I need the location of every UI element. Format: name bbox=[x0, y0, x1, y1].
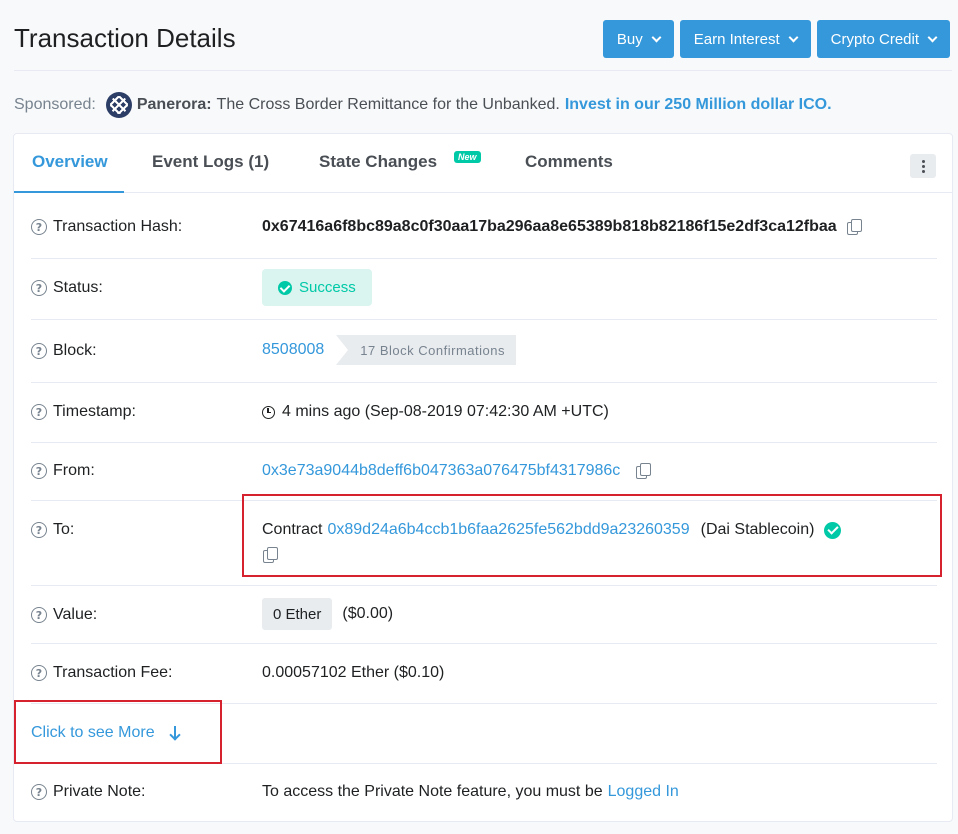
question-icon[interactable]: ? bbox=[31, 463, 47, 479]
panerora-logo-icon bbox=[105, 92, 132, 118]
fee-value: 0.00057102 Ether ($0.10) bbox=[262, 664, 445, 681]
header-buttons: Buy Earn Interest Crypto Credit bbox=[602, 20, 950, 58]
highlight-box-to bbox=[242, 494, 942, 577]
from-address-link[interactable]: 0x3e73a9044b8deff6b047363a076475bf431798… bbox=[262, 462, 620, 480]
tx-hash-value: 0x67416a6f8bc89a8c0f30aa17ba296aa8e65389… bbox=[262, 218, 862, 236]
fee-label-text: Transaction Fee: bbox=[53, 664, 173, 681]
tab-state-changes[interactable]: State Changes bbox=[319, 152, 437, 172]
question-icon[interactable]: ? bbox=[31, 219, 47, 235]
block-label-text: Block: bbox=[53, 342, 97, 359]
highlight-box-see-more bbox=[14, 700, 222, 764]
usd-value: ($0.00) bbox=[342, 605, 394, 622]
crypto-credit-button[interactable]: Crypto Credit bbox=[816, 20, 950, 58]
tx-hash-label: ? Transaction Hash: bbox=[31, 218, 182, 236]
block-number-link[interactable]: 8508008 bbox=[262, 341, 324, 359]
more-options-button[interactable] bbox=[910, 154, 936, 178]
question-icon[interactable]: ? bbox=[31, 784, 47, 800]
page-header: Transaction Details Buy Earn Interest Cr… bbox=[0, 0, 958, 70]
chevron-down-icon bbox=[927, 32, 938, 43]
tx-hash-label-text: Transaction Hash: bbox=[53, 218, 183, 235]
crypto-credit-button-label: Crypto Credit bbox=[830, 30, 919, 48]
ether-amount-badge: 0 Ether bbox=[262, 598, 333, 630]
tab-bar: Overview Event Logs (1) State Changes Ne… bbox=[14, 134, 952, 193]
value-value: 0 Ether ($0.00) bbox=[262, 598, 393, 630]
login-link[interactable]: Logged In bbox=[608, 783, 679, 801]
dot bbox=[921, 164, 925, 168]
status-badge: Success bbox=[262, 269, 372, 306]
tab-event-logs[interactable]: Event Logs (1) bbox=[152, 152, 269, 172]
question-icon[interactable]: ? bbox=[31, 522, 47, 538]
private-note-value: To access the Private Note feature, you … bbox=[262, 783, 679, 801]
page-title: Transaction Details bbox=[14, 23, 236, 53]
question-icon[interactable]: ? bbox=[31, 404, 47, 420]
from-value: 0x3e73a9044b8deff6b047363a076475bf431798… bbox=[262, 462, 652, 480]
new-badge: New bbox=[454, 151, 481, 163]
tab-state-changes-label: State Changes bbox=[319, 152, 438, 171]
sponsored-label: Sponsored: bbox=[14, 96, 96, 113]
tx-hash-text: 0x67416a6f8bc89a8c0f30aa17ba296aa8e65389… bbox=[262, 218, 837, 235]
clock-icon bbox=[262, 405, 275, 419]
tab-overview[interactable]: Overview bbox=[32, 152, 108, 172]
header-divider bbox=[14, 70, 952, 71]
private-note-label-text: Private Note: bbox=[53, 783, 146, 800]
buy-button[interactable]: Buy bbox=[602, 20, 674, 58]
sponsor-cta-link[interactable]: Invest in our 250 Million dollar ICO. bbox=[565, 96, 832, 114]
to-label: ? To: bbox=[31, 521, 74, 539]
row-divider bbox=[31, 585, 937, 586]
block-value: 8508008 17 Block Confirmations bbox=[262, 335, 516, 365]
chevron-down-icon bbox=[788, 32, 799, 43]
question-icon[interactable]: ? bbox=[31, 607, 47, 623]
block-label: ? Block: bbox=[31, 342, 97, 360]
row-divider bbox=[31, 382, 937, 383]
status-value: Success bbox=[262, 269, 372, 306]
active-tab-indicator bbox=[14, 191, 124, 193]
question-icon[interactable]: ? bbox=[31, 665, 47, 681]
chevron-down-icon bbox=[651, 32, 662, 43]
row-divider bbox=[31, 643, 937, 644]
copy-icon[interactable] bbox=[636, 463, 652, 479]
row-divider bbox=[31, 258, 937, 259]
private-note-text: To access the Private Note feature, you … bbox=[262, 783, 603, 800]
question-icon[interactable]: ? bbox=[31, 280, 47, 296]
check-circle-icon bbox=[278, 280, 292, 295]
sponsor-brand[interactable]: Panerora: bbox=[137, 96, 212, 114]
question-icon[interactable]: ? bbox=[31, 343, 47, 359]
copy-icon[interactable] bbox=[846, 219, 862, 235]
sponsored-banner: Sponsored: Panerora: The Cross Border Re… bbox=[14, 92, 832, 118]
private-note-label: ? Private Note: bbox=[31, 783, 145, 801]
value-label: ? Value: bbox=[31, 606, 97, 624]
from-label-text: From: bbox=[53, 462, 95, 479]
status-label-text: Status: bbox=[53, 279, 103, 296]
dot bbox=[921, 169, 925, 173]
row-divider bbox=[31, 319, 937, 320]
tab-comments[interactable]: Comments bbox=[525, 152, 613, 172]
confirmations-badge: 17 Block Confirmations bbox=[336, 335, 516, 365]
value-label-text: Value: bbox=[53, 606, 98, 623]
dot bbox=[921, 159, 925, 163]
timestamp-label-text: Timestamp: bbox=[53, 403, 136, 420]
earn-interest-button[interactable]: Earn Interest bbox=[679, 20, 811, 58]
timestamp-value: 4 mins ago (Sep-08-2019 07:42:30 AM +UTC… bbox=[262, 403, 609, 421]
from-label: ? From: bbox=[31, 462, 95, 480]
to-label-text: To: bbox=[53, 521, 75, 538]
timestamp-text: 4 mins ago (Sep-08-2019 07:42:30 AM +UTC… bbox=[282, 403, 609, 420]
row-divider bbox=[31, 442, 937, 443]
earn-interest-button-label: Earn Interest bbox=[693, 30, 780, 48]
status-text: Success bbox=[299, 279, 356, 296]
timestamp-label: ? Timestamp: bbox=[31, 403, 136, 421]
sponsor-tagline[interactable]: The Cross Border Remittance for the Unba… bbox=[217, 96, 560, 114]
status-label: ? Status: bbox=[31, 279, 103, 297]
fee-label: ? Transaction Fee: bbox=[31, 664, 172, 682]
buy-button-label: Buy bbox=[616, 30, 643, 48]
